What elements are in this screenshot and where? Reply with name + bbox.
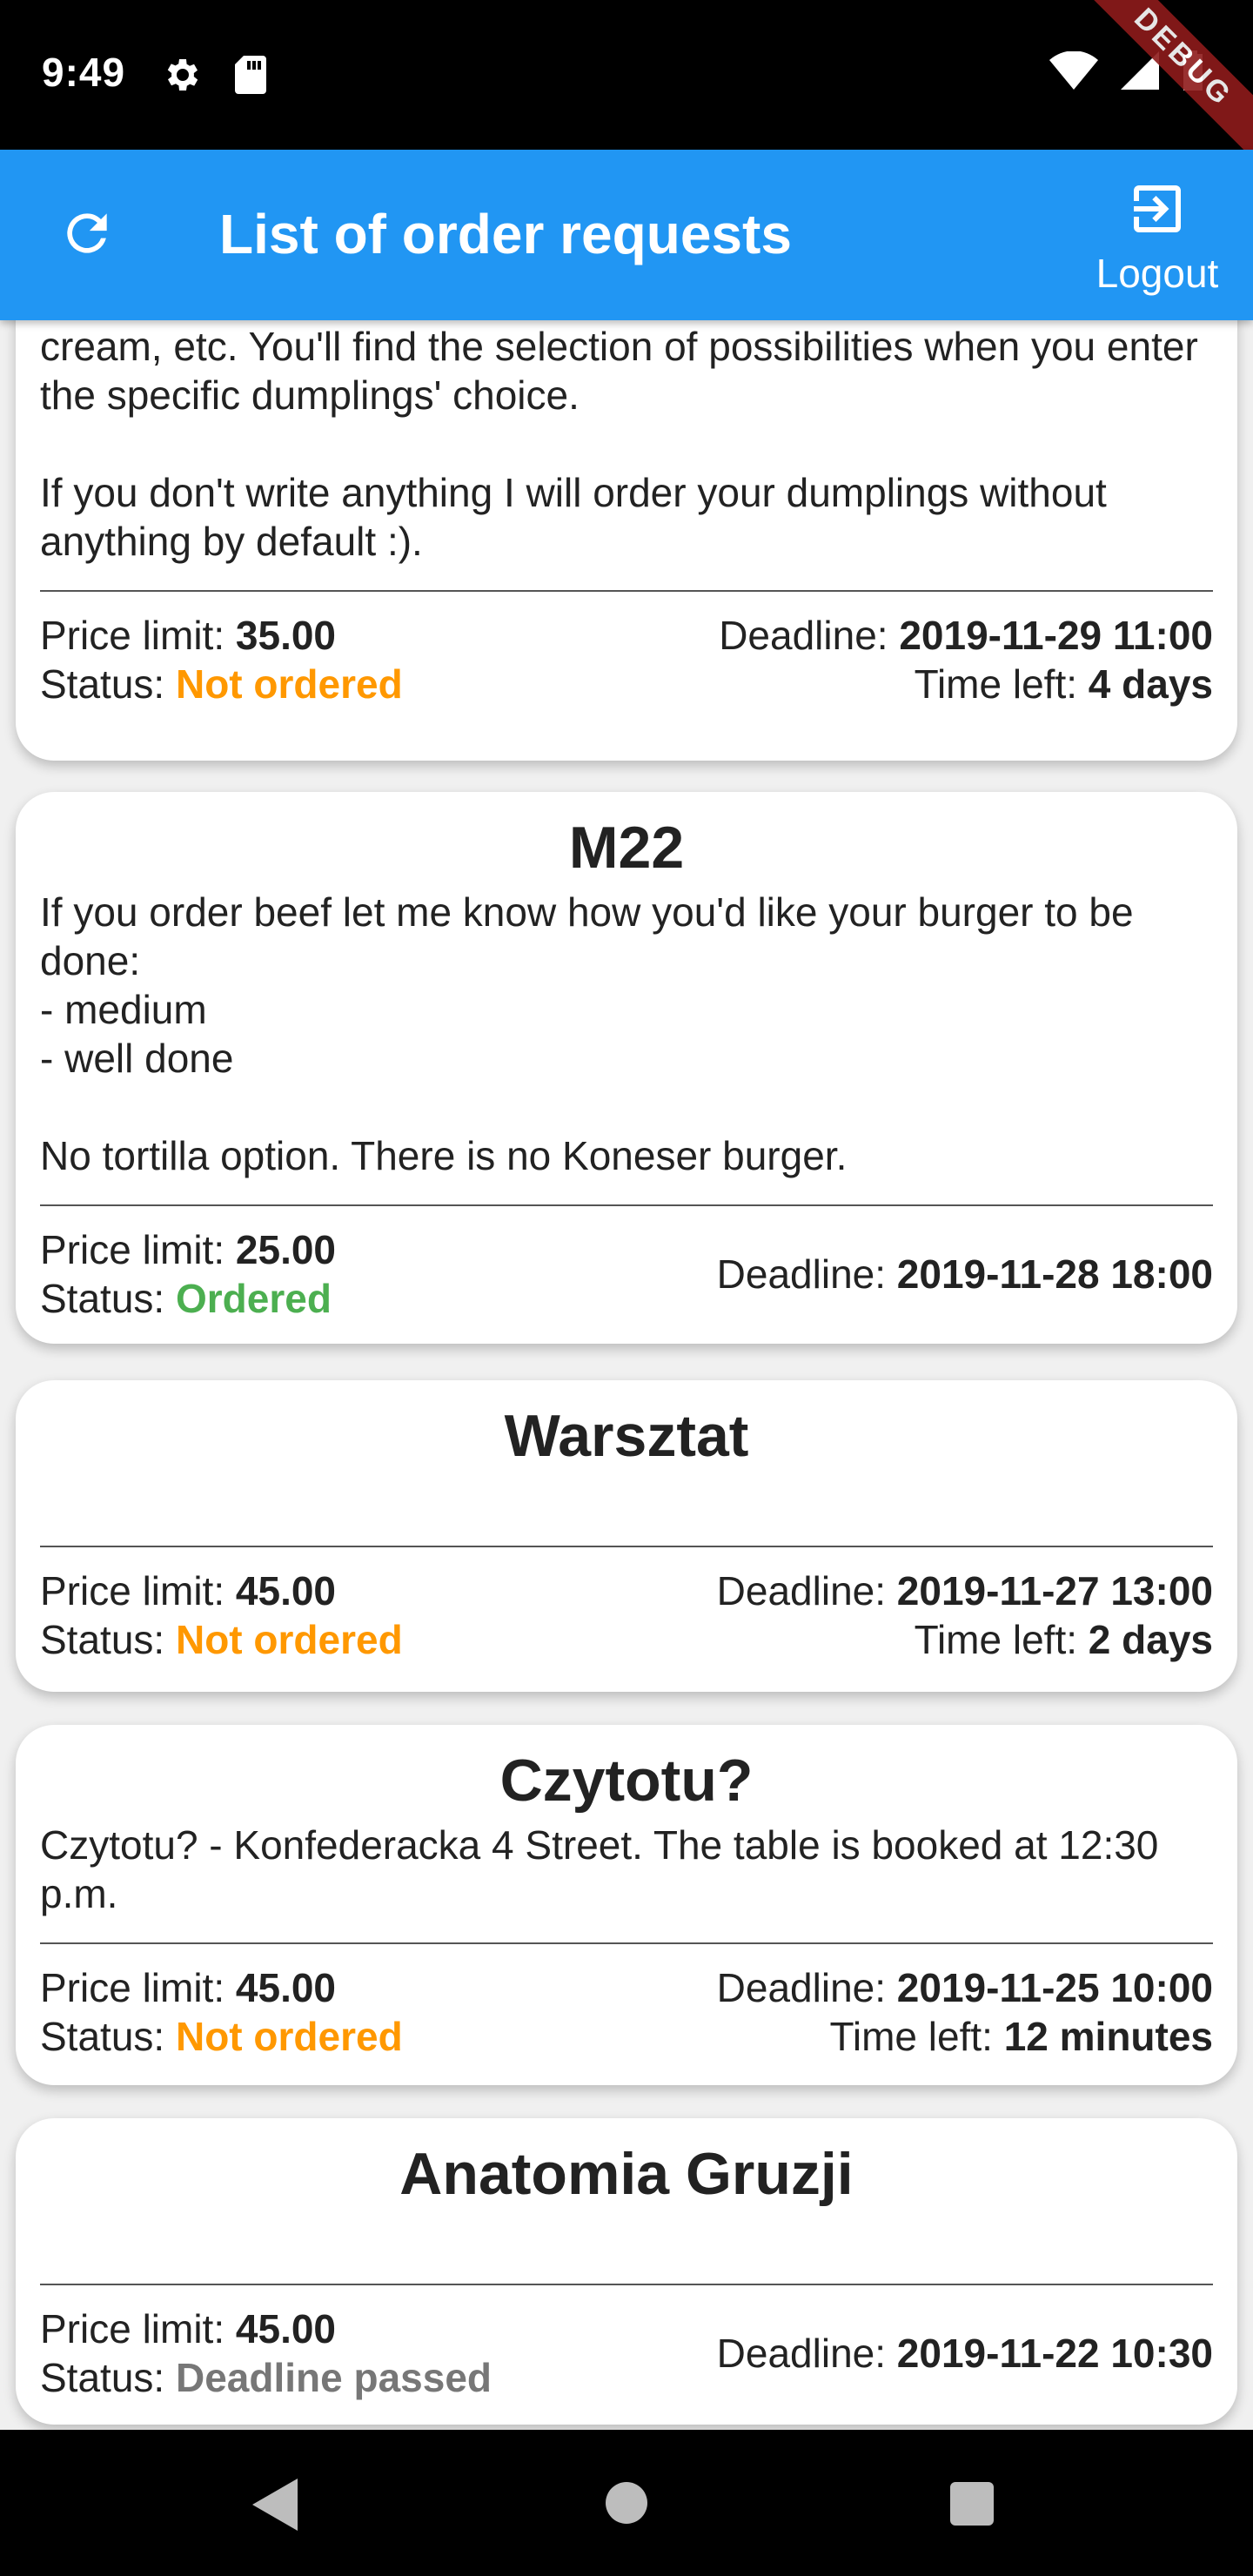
price-limit-value: 45.00 [235, 1567, 337, 1613]
status-value: Deadline passed [175, 2354, 492, 2400]
home-circle-icon[interactable] [606, 2482, 647, 2524]
deadline-value: 2019-11-28 18:00 [896, 1251, 1213, 1297]
deadline-value: 2019-11-29 11:00 [899, 613, 1213, 658]
status-value: Not ordered [175, 1616, 403, 1662]
deadline-label: Deadline: [716, 1251, 887, 1297]
status-value: Ordered [175, 1275, 332, 1321]
status-value: Not ordered [175, 2013, 403, 2059]
price-limit-value: 25.00 [235, 1226, 337, 1272]
deadline-label: Deadline: [716, 2330, 887, 2376]
price-limit-label: Price limit: [40, 1964, 225, 2010]
order-card[interactable]: Warsztat Price limit: 45.00 Status: Not … [16, 1380, 1237, 1692]
deadline-label: Deadline: [719, 613, 888, 658]
time-left-value: 4 days [1088, 661, 1213, 707]
time-left-label: Time left: [829, 2013, 993, 2059]
wifi-icon [1049, 50, 1098, 94]
time-left-value: 12 minutes [1003, 2013, 1213, 2059]
time-left-value: 2 days [1088, 1616, 1213, 1662]
status-bar: 9:49 DEBUG [0, 0, 1253, 166]
restaurant-title: Anatomia Gruzji [399, 2141, 854, 2207]
time-left-label: Time left: [914, 1616, 1077, 1662]
status-label: Status: [40, 1275, 165, 1321]
status-label: Status: [40, 2354, 165, 2400]
price-limit-label: Price limit: [40, 1567, 225, 1613]
order-card[interactable]: Czytotu? Czytotu? - Konfederacka 4 Stree… [16, 1725, 1237, 2085]
refresh-icon [57, 204, 117, 267]
restaurant-title: Warsztat [504, 1403, 749, 1469]
status-label: Status: [40, 2013, 165, 2059]
logout-button[interactable]: Logout [1088, 178, 1227, 299]
status-label: Status: [40, 661, 165, 707]
order-request-list[interactable]: Let me know if you want your dumplings w… [0, 320, 1253, 2430]
sd-card-icon [233, 54, 268, 100]
deadline-label: Deadline: [716, 1964, 887, 2010]
time-left-label: Time left: [914, 661, 1077, 707]
gear-icon [160, 54, 202, 100]
recents-square-icon[interactable] [950, 2482, 994, 2526]
order-description: Let me know if you want your dumplings w… [40, 324, 1198, 564]
price-limit-value: 45.00 [235, 2305, 337, 2351]
order-card[interactable]: M22 If you order beef let me know how yo… [16, 792, 1237, 1344]
status-label: Status: [40, 1616, 165, 1662]
status-value: Not ordered [175, 661, 403, 707]
logout-icon [1126, 185, 1189, 244]
deadline-label: Deadline: [716, 1567, 887, 1613]
refresh-button[interactable] [54, 202, 120, 268]
deadline-value: 2019-11-25 10:00 [896, 1964, 1213, 2010]
deadline-value: 2019-11-22 10:30 [896, 2330, 1213, 2376]
order-description: If you order beef let me know how you'd … [40, 889, 1134, 1178]
back-triangle-icon[interactable] [252, 2479, 298, 2535]
price-limit-value: 45.00 [235, 1964, 337, 2010]
app-bar: List of order requests Logout [0, 150, 1253, 320]
deadline-value: 2019-11-27 13:00 [896, 1567, 1213, 1613]
order-card[interactable]: Let me know if you want your dumplings w… [16, 320, 1237, 761]
price-limit-value: 35.00 [235, 613, 337, 658]
price-limit-label: Price limit: [40, 613, 225, 658]
price-limit-label: Price limit: [40, 2305, 225, 2351]
status-time: 9:49 [42, 50, 126, 95]
page-title: List of order requests [219, 203, 792, 265]
price-limit-label: Price limit: [40, 1226, 225, 1272]
order-card[interactable]: Anatomia Gruzji Price limit: 45.00 Statu… [16, 2118, 1237, 2425]
restaurant-title: M22 [568, 815, 685, 881]
system-nav-bar [0, 2430, 1253, 2576]
order-description: Czytotu? - Konfederacka 4 Street. The ta… [40, 1821, 1159, 1916]
logout-label: Logout [1096, 251, 1219, 296]
restaurant-title: Czytotu? [499, 1748, 754, 1814]
